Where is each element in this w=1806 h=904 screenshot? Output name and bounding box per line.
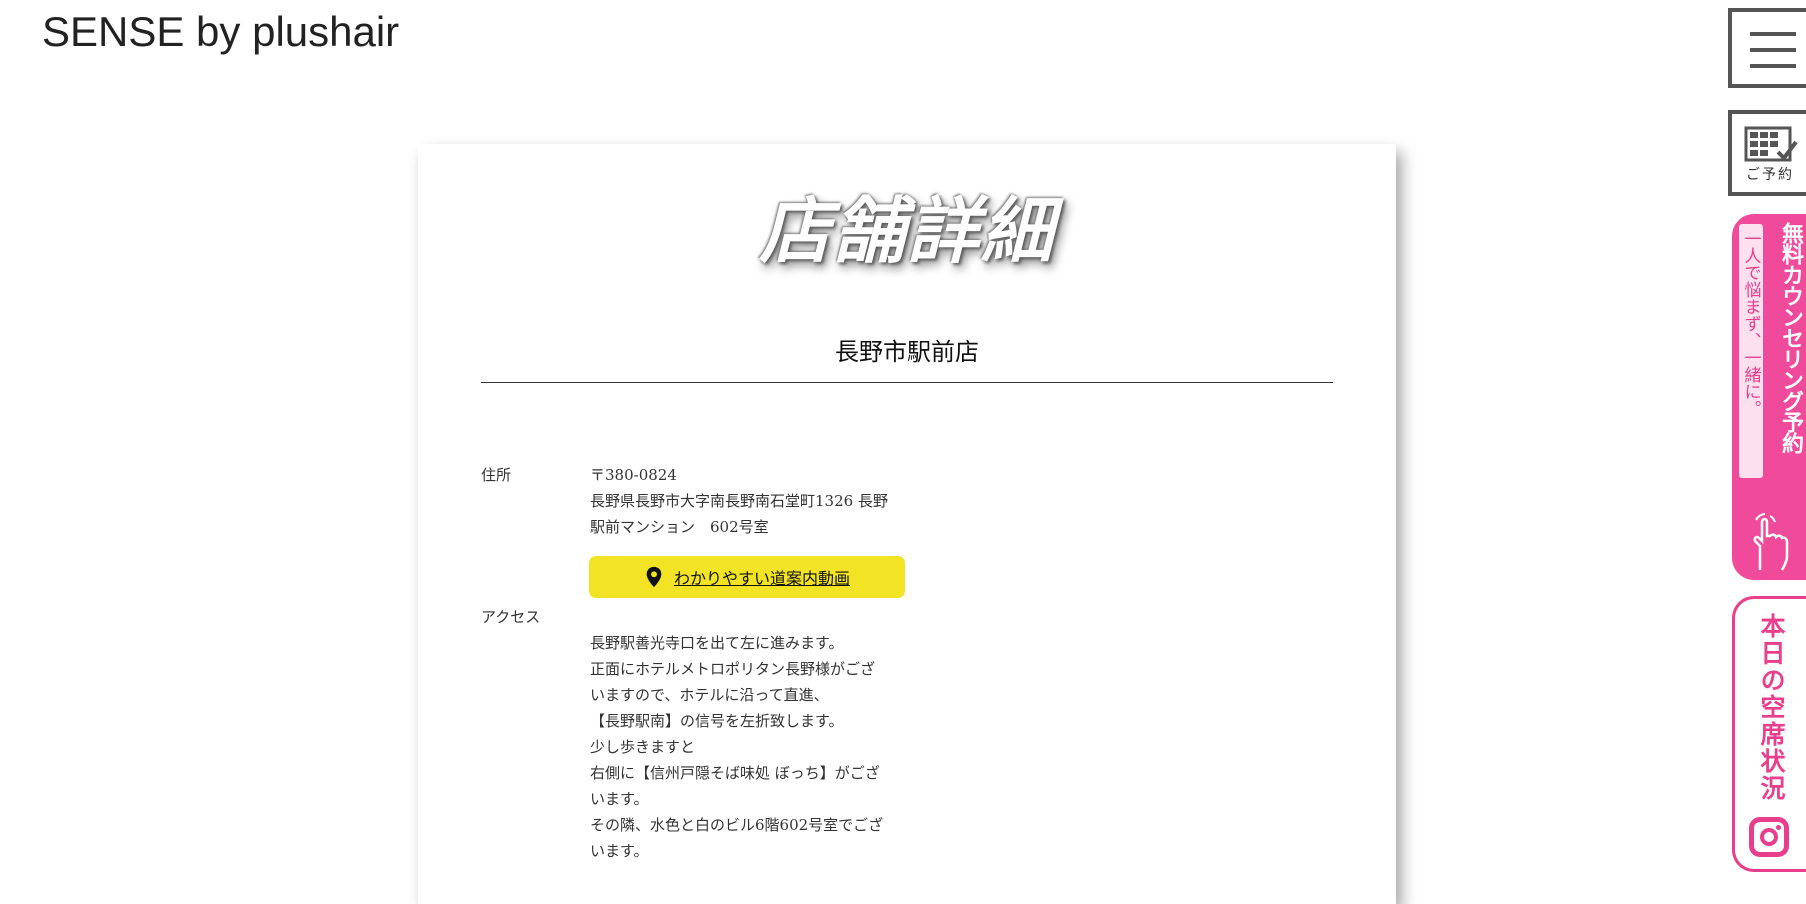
calendar-check-icon: [1744, 126, 1798, 162]
menu-line: [1750, 48, 1796, 52]
today-availability-label: 本日の空席状況: [1757, 613, 1786, 802]
address-label: 住所: [481, 466, 512, 484]
tap-hand-icon: [1753, 513, 1789, 571]
counseling-main-label: 無料カウンセリング予約: [1778, 222, 1803, 453]
page-title: 店舗詳細: [758, 188, 1055, 273]
instagram-icon[interactable]: [1749, 817, 1789, 857]
site-logo[interactable]: SENSE by plushair: [42, 8, 399, 56]
reserve-button[interactable]: ご予約: [1728, 110, 1806, 196]
reserve-label: ご予約: [1746, 167, 1794, 183]
access-value: 長野駅善光寺口を出て左に進みます。 正面にホテルメトロポリタン長野様がござ いま…: [590, 630, 915, 864]
access-line: その隣、水色と白のビル6階602号室でござ: [590, 816, 884, 834]
menu-line: [1750, 64, 1796, 68]
access-line: います。: [590, 842, 649, 860]
access-line: 長野駅善光寺口を出て左に進みます。: [590, 634, 844, 652]
side-menu: ご予約 無料カウンセリング予約 一人で悩まず、一緒に。 本日の空席状況: [1712, 0, 1806, 880]
free-counseling-button[interactable]: 無料カウンセリング予約 一人で悩まず、一緒に。: [1732, 214, 1806, 580]
access-line: 少し歩きますと: [590, 738, 696, 756]
address-value: 〒380-0824 長野県長野市大字南長野南石堂町1326 長野 駅前マンション…: [590, 462, 915, 540]
access-line: 【長野駅南】の信号を左折致します。: [590, 712, 844, 730]
access-label: アクセス: [481, 608, 541, 626]
counseling-sub-badge: 一人で悩まず、一緒に。: [1739, 224, 1763, 478]
instagram-dot: [1776, 825, 1781, 830]
route-video-button[interactable]: わかりやすい道案内動画: [589, 556, 905, 598]
store-name: 長野市駅前店: [835, 338, 979, 366]
store-detail-card: 店舗詳細 長野市駅前店 住所 〒380-0824 長野県長野市大字南長野南石堂町…: [418, 144, 1396, 904]
menu-line: [1750, 32, 1796, 36]
access-line: いますので、ホテルに沿って直進、: [590, 686, 829, 704]
map-pin-icon: [646, 566, 662, 588]
counseling-sub-label: 一人で悩まず、一緒に。: [1740, 230, 1761, 417]
route-video-label: わかりやすい道案内動画: [673, 569, 850, 588]
instagram-lens: [1760, 828, 1778, 846]
access-line: 右側に【信州戸隠そば味処 ぼっち】がござ: [590, 764, 880, 782]
today-availability-button[interactable]: 本日の空席状況: [1732, 596, 1806, 872]
divider: [481, 382, 1333, 383]
access-line: います。: [590, 790, 649, 808]
access-line: 正面にホテルメトロポリタン長野様がござ: [590, 660, 876, 678]
postal-code: 〒380-0824: [590, 466, 677, 484]
hamburger-menu-button[interactable]: [1728, 8, 1806, 88]
address-line-2: 駅前マンション 602号室: [590, 518, 769, 536]
address-line-1: 長野県長野市大字南長野南石堂町1326 長野: [590, 492, 888, 510]
